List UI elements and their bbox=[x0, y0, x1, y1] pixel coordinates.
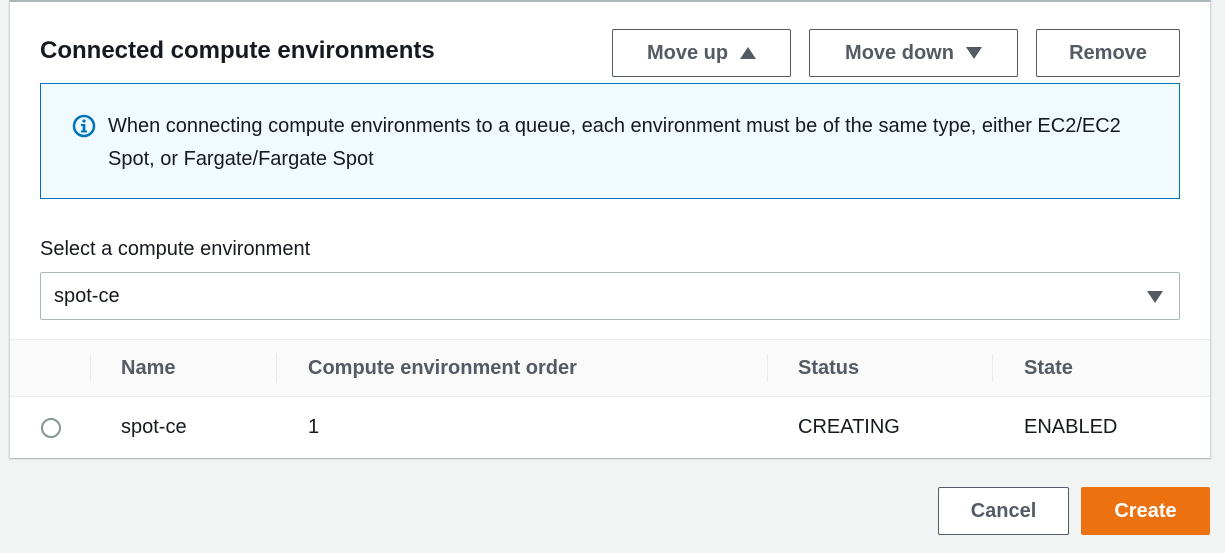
cell-name: spot-ce bbox=[121, 416, 187, 438]
column-separator bbox=[767, 354, 768, 382]
column-separator bbox=[276, 354, 277, 382]
move-up-button[interactable]: Move up bbox=[612, 29, 791, 77]
caret-down-icon bbox=[965, 47, 982, 59]
remove-label: Remove bbox=[1069, 41, 1147, 64]
column-header-status[interactable]: Status bbox=[798, 357, 859, 380]
info-text: When connecting compute environments to … bbox=[108, 115, 1121, 170]
move-down-label: Move down bbox=[845, 41, 954, 64]
caret-up-icon bbox=[740, 47, 757, 59]
row-radio[interactable] bbox=[41, 418, 61, 438]
column-header-name[interactable]: Name bbox=[121, 357, 175, 380]
select-value: spot-ce bbox=[54, 285, 120, 307]
column-separator bbox=[90, 354, 91, 382]
cell-status: CREATING bbox=[798, 416, 900, 438]
table-header: Name Compute environment order Status St… bbox=[10, 339, 1210, 397]
select-label: Select a compute environment bbox=[40, 238, 311, 260]
column-separator bbox=[992, 354, 993, 382]
move-down-button[interactable]: Move down bbox=[809, 29, 1018, 77]
move-up-label: Move up bbox=[646, 41, 729, 64]
column-header-order[interactable]: Compute environment order bbox=[308, 357, 577, 380]
column-header-state[interactable]: State bbox=[1024, 357, 1073, 380]
cell-state: ENABLED bbox=[1024, 416, 1118, 438]
caret-down-icon bbox=[1147, 291, 1163, 303]
create-button[interactable]: Create bbox=[1081, 487, 1210, 535]
cell-order: 1 bbox=[308, 416, 320, 438]
compute-environments-panel: Connected compute environments Move up M… bbox=[9, 0, 1211, 458]
compute-environment-select[interactable]: spot-ce bbox=[40, 272, 1180, 320]
table-row[interactable]: spot-ce 1 CREATING ENABLED bbox=[10, 398, 1210, 458]
cancel-button[interactable]: Cancel bbox=[938, 487, 1069, 535]
info-icon bbox=[72, 114, 96, 138]
panel-title: Connected compute environments bbox=[40, 37, 435, 64]
remove-button[interactable]: Remove bbox=[1036, 29, 1180, 77]
info-alert: When connecting compute environments to … bbox=[40, 83, 1180, 199]
